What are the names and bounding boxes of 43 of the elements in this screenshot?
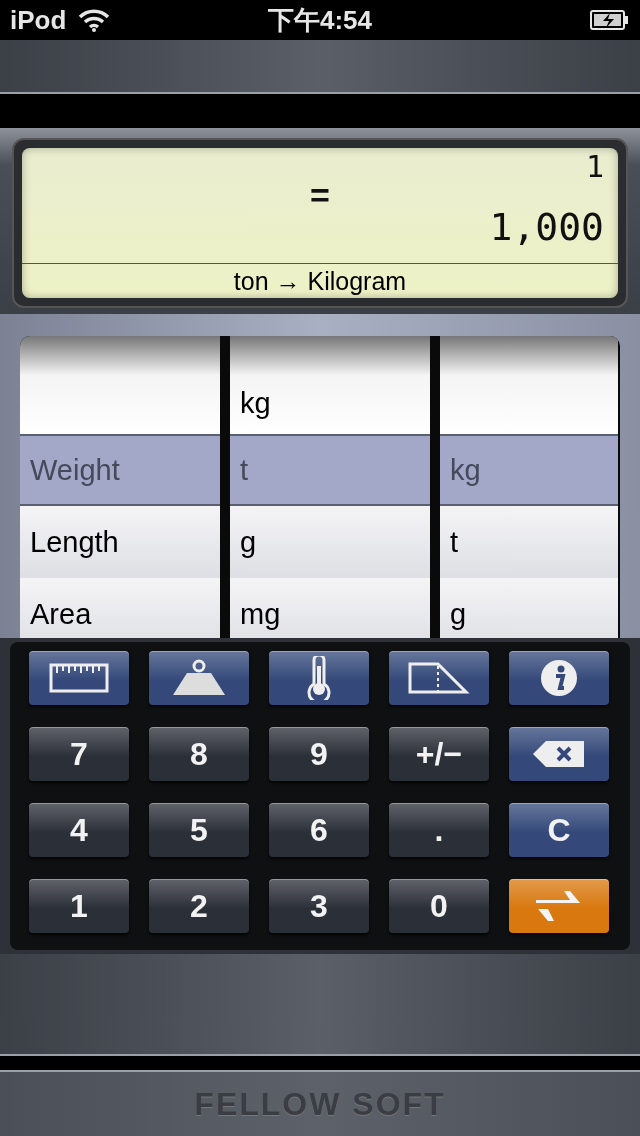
key-button[interactable]: 3 — [269, 879, 369, 933]
key-button[interactable]: 5 — [149, 803, 249, 857]
status-time: 下午4:54 — [267, 3, 372, 37]
picker-item[interactable]: g — [440, 578, 618, 638]
key-button[interactable]: 4 — [29, 803, 129, 857]
input-value: 1 — [585, 152, 604, 182]
conversion-label: ton → Kilogram — [232, 265, 408, 297]
picker-item[interactable]: g — [230, 506, 430, 578]
picker-item[interactable]: Weight — [20, 434, 220, 506]
info-icon — [539, 658, 579, 698]
key-button[interactable]: 1 — [29, 879, 129, 933]
info-button[interactable] — [509, 651, 609, 705]
carrier-label: iPod — [10, 4, 67, 36]
picker-item[interactable]: Area — [20, 578, 220, 638]
key-button[interactable]: 2 — [149, 879, 249, 933]
swap-button[interactable] — [509, 879, 609, 933]
key-button[interactable]: C — [509, 803, 609, 857]
key-button[interactable]: 9 — [269, 727, 369, 781]
thermometer-button[interactable] — [269, 651, 369, 705]
key-button[interactable]: 7 — [29, 727, 129, 781]
key-button[interactable]: 8 — [149, 727, 249, 781]
key-button[interactable]: 0 — [389, 879, 489, 933]
picker-item[interactable]: t — [440, 506, 618, 578]
picker-item[interactable]: mg — [230, 578, 430, 638]
backspace-icon — [532, 740, 586, 768]
key-button[interactable]: 6 — [269, 803, 369, 857]
ruler-icon — [49, 663, 109, 693]
picker-item[interactable]: Length — [20, 506, 220, 578]
key-button[interactable]: . — [389, 803, 489, 857]
result-value: 1,000 — [489, 208, 604, 246]
picker-item[interactable]: kg — [440, 434, 618, 506]
equals-sign: = — [310, 178, 330, 212]
wifi-icon — [78, 8, 111, 32]
ruler-button[interactable] — [29, 651, 129, 705]
picker-item[interactable]: kg — [230, 336, 430, 434]
trapezoid-icon — [408, 662, 470, 694]
area-button[interactable] — [389, 651, 489, 705]
battery-icon — [590, 9, 630, 31]
weight-button[interactable] — [149, 651, 249, 705]
picker-item[interactable]: t — [230, 434, 430, 506]
key-button[interactable]: +/− — [389, 727, 489, 781]
backspace-button[interactable] — [509, 727, 609, 781]
thermometer-icon — [305, 656, 333, 700]
